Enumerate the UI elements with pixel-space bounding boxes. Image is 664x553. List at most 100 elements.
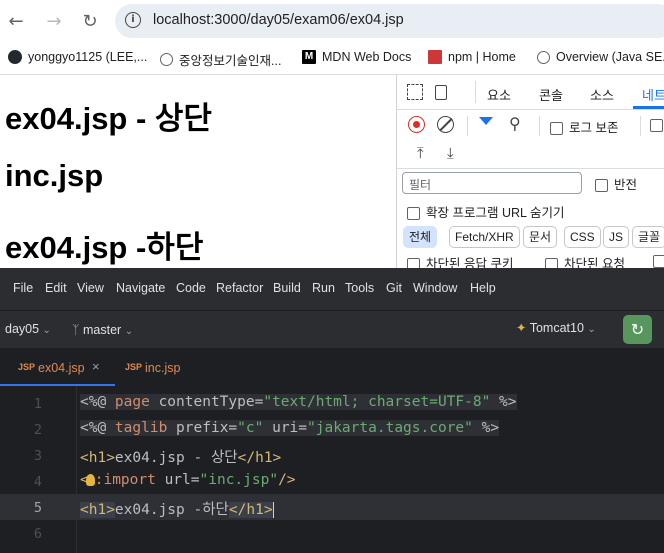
type-filter-fetch-xhr[interactable]: Fetch/XHR bbox=[449, 226, 520, 248]
third-party-checkbox[interactable] bbox=[653, 255, 664, 268]
blocked-requests-checkbox[interactable]: 차단된 요청 bbox=[545, 253, 625, 268]
menu-tools[interactable]: Tools bbox=[345, 281, 374, 295]
mdn-icon: M bbox=[302, 50, 316, 64]
filter-icon[interactable] bbox=[479, 117, 493, 125]
menu-file[interactable]: File bbox=[13, 281, 33, 295]
browser-toolbar: ← → ↻ i localhost:3000/day05/exam06/ex04… bbox=[0, 0, 664, 42]
code-editor[interactable]: 1 2 3 4 5 6 <%@ page contentType="text/h… bbox=[0, 386, 664, 553]
menu-edit[interactable]: Edit bbox=[45, 281, 67, 295]
url-text: localhost:3000/day05/exam06/ex04.jsp bbox=[153, 12, 404, 28]
bookmark-github[interactable]: yonggyo1125 (LEE,... bbox=[8, 50, 147, 64]
menu-git[interactable]: Git bbox=[386, 281, 402, 295]
lightbulb-icon[interactable] bbox=[85, 474, 95, 486]
search-icon[interactable]: ⚲ bbox=[509, 114, 521, 133]
ide-toolbar: day05 ⌄ ᛉ master ⌄ ✦ Tomcat10 ⌄ ↻ bbox=[0, 310, 664, 349]
line-number: 1 bbox=[33, 396, 42, 412]
npm-icon bbox=[428, 50, 442, 64]
project-name: day05 bbox=[5, 322, 40, 336]
tab-sources[interactable]: 소스 bbox=[590, 85, 614, 104]
blocked-row: 차단된 응답 쿠키 차단된 요청 bbox=[397, 251, 664, 268]
reload-icon[interactable]: ↻ bbox=[78, 9, 102, 33]
menu-refactor[interactable]: Refactor bbox=[216, 281, 263, 295]
tab-label: ex04.jsp bbox=[38, 361, 85, 375]
tab-label: inc.jsp bbox=[145, 361, 181, 375]
type-filter-doc[interactable]: 문서 bbox=[523, 226, 558, 248]
inspect-icon[interactable] bbox=[407, 84, 423, 100]
hide-extension-row: 확장 프로그램 URL 숨기기 bbox=[397, 199, 664, 221]
active-tab-indicator bbox=[633, 106, 664, 109]
type-filter-js[interactable]: JS bbox=[603, 226, 630, 248]
github-icon bbox=[8, 50, 22, 64]
line-number: 3 bbox=[33, 448, 42, 464]
divider bbox=[640, 116, 641, 136]
type-filter-css[interactable]: CSS bbox=[564, 226, 601, 248]
forward-icon[interactable]: → bbox=[42, 9, 66, 33]
filter-input[interactable]: 필터 bbox=[402, 172, 582, 194]
chevron-down-icon: ⌄ bbox=[124, 326, 134, 337]
bookmark-jungang[interactable]: 중앙정보기술인재... bbox=[160, 50, 281, 69]
jsp-file-icon: JSP bbox=[18, 362, 36, 372]
record-icon[interactable] bbox=[408, 116, 425, 133]
network-toolbar: ⚲ 로그 보존 bbox=[397, 110, 664, 140]
line-number: 6 bbox=[33, 526, 42, 542]
tab-inc-jsp[interactable]: JSP inc.jsp bbox=[115, 348, 195, 386]
disable-cache-checkbox[interactable] bbox=[650, 119, 663, 132]
tab-elements[interactable]: 요소 bbox=[487, 85, 511, 104]
close-icon[interactable]: × bbox=[92, 359, 100, 374]
git-branch-icon: ᛉ bbox=[72, 322, 80, 337]
line-number: 5 bbox=[33, 500, 42, 516]
bookmark-label: 중앙정보기술인재... bbox=[179, 54, 282, 68]
bookmark-java[interactable]: Overview (Java SE... bbox=[537, 50, 664, 64]
tab-ex04-jsp[interactable]: JSP ex04.jsp × bbox=[0, 348, 115, 386]
bookmark-npm[interactable]: npm | Home bbox=[428, 50, 516, 64]
branch-selector[interactable]: ᛉ master ⌄ bbox=[72, 322, 133, 337]
ide-menubar: File Edit View Navigate Code Refactor Bu… bbox=[0, 268, 664, 310]
run-config-name: Tomcat10 bbox=[529, 321, 584, 335]
line-number: 4 bbox=[33, 474, 42, 490]
blocked-requests-label: 차단된 요청 bbox=[564, 257, 625, 268]
network-toolbar-2: ⤒ ⤓ bbox=[397, 140, 664, 169]
divider bbox=[539, 116, 540, 136]
blocked-response-cookies-label: 차단된 응답 쿠키 bbox=[426, 257, 514, 268]
preserve-log-checkbox[interactable]: 로그 보존 bbox=[550, 117, 618, 136]
branch-name: master bbox=[83, 323, 122, 337]
chevron-down-icon: ⌄ bbox=[587, 324, 596, 335]
menu-build[interactable]: Build bbox=[273, 281, 301, 295]
devtools-panel: 요소 콘솔 소스 네트 ⚲ 로그 보존 ⤒ ⤓ 필터 반전 확장 프로그램 UR… bbox=[396, 75, 664, 268]
tab-network[interactable]: 네트 bbox=[642, 85, 664, 104]
site-info-icon[interactable]: i bbox=[125, 12, 141, 28]
bookmarks-bar: yonggyo1125 (LEE,... 중앙정보기술인재... M MDN W… bbox=[0, 42, 664, 75]
menu-window[interactable]: Window bbox=[413, 281, 457, 295]
menu-navigate[interactable]: Navigate bbox=[116, 281, 165, 295]
heading-inc: inc.jsp bbox=[5, 158, 104, 193]
bookmark-label: Overview (Java SE... bbox=[556, 50, 664, 64]
menu-code[interactable]: Code bbox=[176, 281, 206, 295]
chevron-down-icon: ⌄ bbox=[42, 325, 51, 336]
back-icon[interactable]: ← bbox=[4, 9, 28, 33]
device-toolbar-icon[interactable] bbox=[435, 85, 447, 100]
menu-run[interactable]: Run bbox=[312, 281, 335, 295]
clear-icon[interactable] bbox=[437, 116, 454, 133]
project-selector[interactable]: day05 ⌄ bbox=[5, 322, 51, 336]
run-config-selector[interactable]: ✦ Tomcat10 ⌄ bbox=[516, 320, 596, 335]
code-line-5: <h1>ex04.jsp -하단</h1> bbox=[80, 502, 275, 518]
heading-bottom: ex04.jsp -하단 bbox=[5, 230, 204, 265]
editor-tabs: JSP ex04.jsp × JSP inc.jsp bbox=[0, 348, 664, 386]
import-har-icon[interactable]: ⤒ bbox=[417, 144, 424, 162]
menu-help[interactable]: Help bbox=[470, 281, 496, 295]
code-line-3: <h1>ex04.jsp - 상단</h1> bbox=[80, 450, 282, 466]
tab-console[interactable]: 콘솔 bbox=[539, 85, 563, 104]
bookmark-mdn[interactable]: M MDN Web Docs bbox=[302, 50, 411, 64]
rerun-icon[interactable]: ↻ bbox=[623, 315, 652, 344]
type-filter-font[interactable]: 글꼴 bbox=[632, 226, 664, 248]
blocked-response-cookies-checkbox[interactable]: 차단된 응답 쿠키 bbox=[407, 253, 513, 268]
menu-view[interactable]: View bbox=[77, 281, 104, 295]
export-har-icon[interactable]: ⤓ bbox=[447, 144, 454, 162]
hide-extension-urls-checkbox[interactable]: 확장 프로그램 URL 숨기기 bbox=[407, 202, 564, 221]
invert-checkbox[interactable]: 반전 bbox=[595, 174, 637, 193]
address-bar[interactable]: i localhost:3000/day05/exam06/ex04.jsp bbox=[115, 4, 664, 38]
type-filter-all[interactable]: 전체 bbox=[403, 226, 438, 248]
tomcat-icon: ✦ bbox=[516, 320, 527, 335]
code-line-4: <:import url="inc.jsp"/> bbox=[80, 472, 296, 488]
bookmark-label: yonggyo1125 (LEE,... bbox=[28, 50, 148, 64]
